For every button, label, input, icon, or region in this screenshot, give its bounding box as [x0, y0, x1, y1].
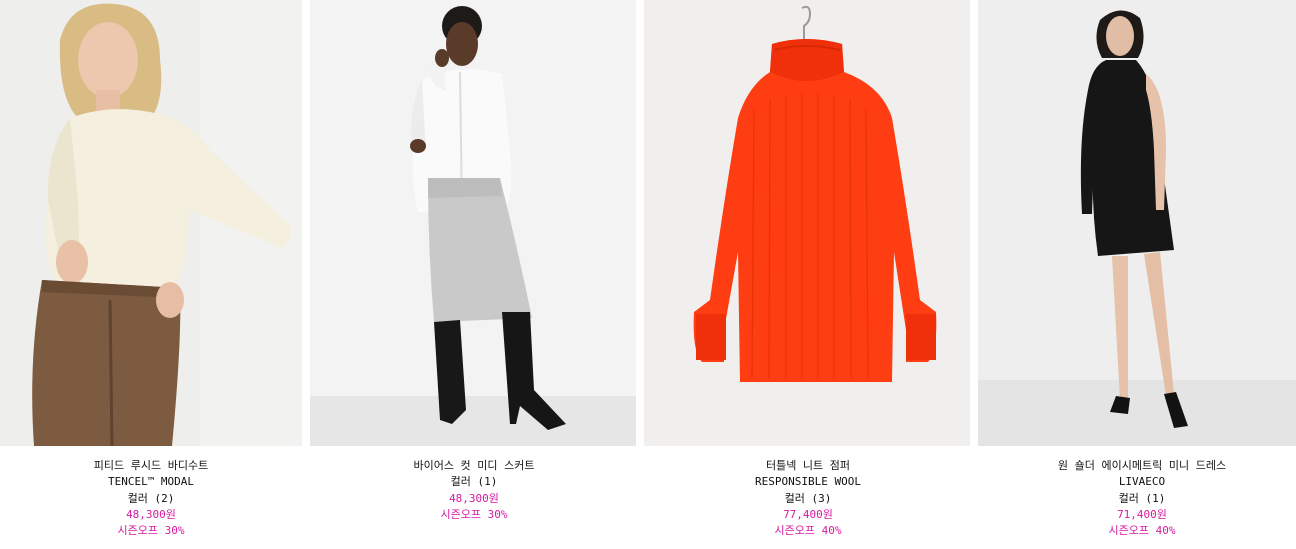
product-grid: 피티드 루시드 바디수트 TENCEL™ MODAL 컬러 (2) 48,300… [0, 0, 1296, 549]
product-image[interactable] [644, 0, 970, 446]
product-sale-badge: 시즌오프 30% [117, 524, 185, 538]
product-color-count: 컬러 (2) [127, 491, 175, 505]
product-info: 터틀넥 니트 점퍼 RESPONSIBLE WOOL 컬러 (3) 77,400… [644, 458, 972, 539]
product-color-count: 컬러 (1) [1118, 491, 1166, 505]
product-photo-jumper [644, 0, 970, 446]
product-image[interactable] [978, 0, 1296, 446]
product-subtitle: LIVAECO [1118, 475, 1166, 489]
product-info: 원 숄더 에이시메트릭 미니 드레스 LIVAECO 컬러 (1) 71,400… [978, 458, 1296, 539]
product-sale-badge: 시즌오프 30% [440, 507, 508, 521]
product-photo-bodysuit [0, 0, 302, 446]
product-card[interactable]: 바이어스 컷 미디 스커트 컬러 (1) 48,300원 시즌오프 30% [310, 0, 638, 549]
product-color-count: 컬러 (3) [784, 491, 832, 505]
product-name[interactable]: 피티드 루시드 바디수트 [0, 458, 302, 474]
product-image[interactable] [0, 0, 302, 446]
product-price: 77,400원 [783, 507, 833, 521]
product-photo-dress [978, 0, 1296, 446]
product-name[interactable]: 원 숄더 에이시메트릭 미니 드레스 [978, 458, 1296, 474]
product-price: 48,300원 [449, 491, 499, 505]
product-color-count: 컬러 (1) [450, 475, 498, 489]
product-sale-badge: 시즌오프 40% [774, 524, 842, 538]
product-subtitle: TENCEL™ MODAL [107, 475, 195, 489]
product-price: 71,400원 [1117, 507, 1167, 521]
product-subtitle: RESPONSIBLE WOOL [755, 475, 861, 489]
product-image[interactable] [310, 0, 636, 446]
product-name[interactable]: 바이어스 컷 미디 스커트 [310, 458, 638, 474]
product-card[interactable]: 피티드 루시드 바디수트 TENCEL™ MODAL 컬러 (2) 48,300… [0, 0, 328, 549]
product-info: 피티드 루시드 바디수트 TENCEL™ MODAL 컬러 (2) 48,300… [0, 458, 302, 539]
product-sale-badge: 시즌오프 40% [1108, 524, 1176, 538]
product-info: 바이어스 컷 미디 스커트 컬러 (1) 48,300원 시즌오프 30% [310, 458, 638, 523]
product-name[interactable]: 터틀넥 니트 점퍼 [644, 458, 972, 474]
product-card[interactable]: 원 숄더 에이시메트릭 미니 드레스 LIVAECO 컬러 (1) 71,400… [978, 0, 1296, 549]
product-photo-skirt [310, 0, 636, 446]
product-price: 48,300원 [126, 507, 176, 521]
product-card[interactable]: 터틀넥 니트 점퍼 RESPONSIBLE WOOL 컬러 (3) 77,400… [644, 0, 972, 549]
